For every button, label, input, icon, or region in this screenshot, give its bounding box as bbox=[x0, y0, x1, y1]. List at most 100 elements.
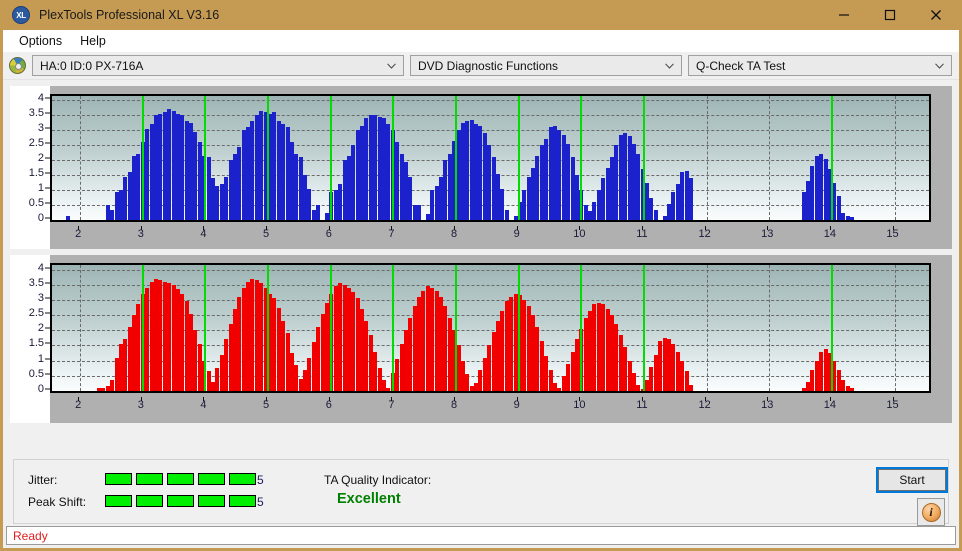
chart-bar bbox=[583, 205, 588, 220]
green-marker-line bbox=[141, 265, 144, 391]
chart-bar bbox=[382, 380, 386, 391]
peak-shift-value: 5 bbox=[257, 495, 264, 509]
chart-bar bbox=[684, 170, 689, 220]
chart-bar bbox=[539, 340, 544, 391]
chart-bar bbox=[285, 333, 290, 391]
x-axis-tick bbox=[892, 397, 894, 401]
info-button[interactable]: i bbox=[917, 498, 945, 526]
chart-bar bbox=[241, 287, 246, 391]
green-marker-line bbox=[517, 265, 520, 391]
y-axis-label: 3 bbox=[37, 122, 44, 135]
chart-bar bbox=[355, 130, 360, 220]
chart-bar bbox=[425, 214, 430, 220]
x-axis-tick bbox=[266, 397, 268, 401]
chart-bar bbox=[114, 191, 119, 220]
grid-line-horizontal bbox=[52, 100, 929, 102]
title-bar: XL PlexTools Professional XL V3.16 bbox=[3, 0, 959, 30]
chart-bar bbox=[439, 296, 443, 391]
chart-bar bbox=[123, 339, 128, 391]
jitter-label: Jitter: bbox=[28, 473, 58, 487]
menu-item-help[interactable]: Help bbox=[71, 32, 115, 50]
chart-bar bbox=[219, 354, 224, 391]
chart-bar bbox=[175, 113, 180, 220]
chart-bar bbox=[823, 158, 828, 220]
chart-bar bbox=[316, 205, 321, 220]
info-icon: i bbox=[921, 502, 941, 522]
chart-bar bbox=[680, 172, 685, 220]
chart-bar bbox=[184, 301, 189, 391]
x-axis-tick bbox=[266, 226, 268, 230]
disc-icon bbox=[9, 57, 26, 74]
close-icon[interactable] bbox=[913, 0, 959, 30]
chart-bar bbox=[614, 324, 619, 391]
chart-bar bbox=[601, 178, 606, 220]
peak-shift-gauge bbox=[105, 495, 256, 507]
chart-bar bbox=[193, 330, 198, 391]
chart-bar bbox=[417, 296, 422, 391]
chart-bar bbox=[254, 115, 259, 220]
function-select[interactable]: DVD Diagnostic Functions bbox=[410, 55, 682, 76]
chart-bar bbox=[281, 321, 286, 391]
test-select-value: Q-Check TA Test bbox=[696, 58, 786, 73]
x-axis-tick bbox=[892, 226, 894, 230]
chart-bar bbox=[487, 145, 492, 220]
y-axis-label: 3 bbox=[37, 291, 44, 304]
chart-bar bbox=[535, 327, 540, 391]
chart-bar bbox=[649, 366, 654, 391]
test-select[interactable]: Q-Check TA Test bbox=[688, 55, 952, 76]
chart-bar bbox=[303, 175, 308, 220]
green-marker-line bbox=[392, 96, 395, 220]
ta-quality-label: TA Quality Indicator: bbox=[324, 473, 432, 487]
chart-bar bbox=[522, 190, 527, 220]
chart-bar bbox=[522, 299, 527, 391]
chart-bar bbox=[171, 284, 176, 391]
x-axis-tick bbox=[641, 397, 643, 401]
chart-bar bbox=[671, 191, 676, 220]
chart-bar bbox=[841, 212, 846, 220]
grid-line-horizontal bbox=[52, 220, 929, 221]
drive-select[interactable]: HA:0 ID:0 PX-716A bbox=[32, 55, 404, 76]
grid-line-vertical bbox=[894, 96, 896, 220]
chart-bar bbox=[810, 166, 815, 220]
chart-bar bbox=[364, 118, 369, 220]
chart-bar bbox=[351, 292, 356, 391]
chart-bar bbox=[574, 175, 579, 220]
chart-bar bbox=[412, 205, 417, 220]
chart-bar bbox=[303, 369, 308, 391]
chart-bar bbox=[294, 365, 299, 391]
chart-bar bbox=[836, 196, 841, 220]
chart-bar bbox=[814, 155, 819, 220]
grid-line-vertical bbox=[80, 265, 82, 391]
chart-bar bbox=[364, 321, 369, 391]
chart-bar bbox=[197, 343, 202, 391]
minimize-icon[interactable] bbox=[821, 0, 867, 30]
chart-bar bbox=[688, 384, 693, 391]
chart-bar bbox=[254, 280, 259, 391]
maximize-icon[interactable] bbox=[867, 0, 913, 30]
chart-bar bbox=[631, 372, 636, 391]
chart-bar bbox=[145, 287, 150, 391]
chart-bar bbox=[417, 205, 422, 220]
chart-bar bbox=[158, 280, 163, 391]
x-axis-tick bbox=[704, 397, 706, 401]
chart-bar bbox=[193, 131, 198, 220]
x-axis-tick bbox=[641, 226, 643, 230]
menu-item-options[interactable]: Options bbox=[10, 32, 71, 50]
plot-area-bottom bbox=[50, 263, 931, 393]
grid-line-vertical bbox=[894, 265, 896, 391]
x-axis-tick bbox=[767, 397, 769, 401]
chart-bar bbox=[583, 318, 588, 391]
chart-bar bbox=[241, 130, 246, 220]
chart-bar bbox=[136, 304, 141, 391]
y-axis-bottom: 0 0.5 1 1.5 2 2.5 3 3.5 4 bbox=[10, 255, 50, 423]
y-axis-label: 0 bbox=[37, 383, 44, 395]
chart-bar bbox=[377, 116, 382, 220]
grid-line-vertical bbox=[769, 265, 771, 391]
start-button[interactable]: Start bbox=[876, 467, 948, 493]
chart-bar bbox=[823, 348, 828, 391]
chart-bar bbox=[66, 215, 71, 220]
x-axis-tick bbox=[454, 397, 456, 401]
chart-bar bbox=[210, 178, 215, 220]
chart-bar bbox=[645, 380, 650, 391]
y-axis-label: 1.5 bbox=[28, 337, 44, 350]
